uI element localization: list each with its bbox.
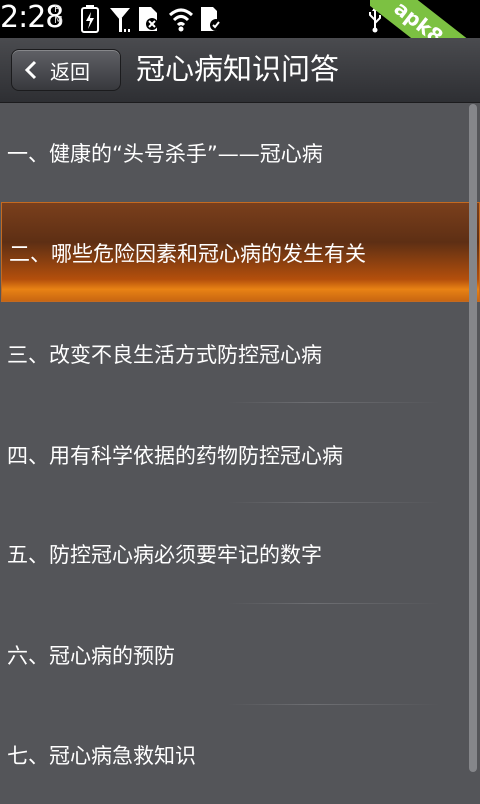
scrollbar[interactable] <box>469 104 477 772</box>
list-item-label: 七、冠心病急救知识 <box>7 744 196 768</box>
list-item-5[interactable]: 五、防控冠心病必须要牢记的数字 <box>0 502 464 602</box>
sd-card-icon <box>201 7 222 31</box>
list-item-6[interactable]: 六、冠心病的预防 <box>0 603 464 703</box>
back-button-label: 返回 <box>50 59 90 84</box>
header-bar: 返回 冠心病知识问答 <box>0 38 480 103</box>
list-item-label: 四、用有科学依据的药物防控冠心病 <box>7 444 343 468</box>
list-item-4[interactable]: 四、用有科学依据的药物防控冠心病 <box>0 402 464 502</box>
status-ampm: PM <box>54 4 63 26</box>
list-item-3[interactable]: 三、改变不良生活方式防控冠心病 <box>0 302 464 402</box>
signal-icon <box>110 8 130 32</box>
battery-charging-icon <box>81 5 99 33</box>
list-item-1[interactable]: 一、健康的“头号杀手”——冠心病 <box>0 102 464 202</box>
list-item-label: 六、冠心病的预防 <box>7 644 175 668</box>
list-item-label: 五、防控冠心病必须要牢记的数字 <box>7 543 322 567</box>
list-item-label: 一、健康的“头号杀手”——冠心病 <box>7 142 323 166</box>
back-button[interactable]: 返回 <box>11 49 121 91</box>
page-title: 冠心病知识问答 <box>136 52 340 86</box>
list-item-2[interactable]: 二、哪些危险因素和冠心病的发生有关 <box>1 202 480 302</box>
list-item-7[interactable]: 七、冠心病急救知识 <box>0 704 464 804</box>
chevron-left-icon <box>24 60 37 80</box>
topic-list: 一、健康的“头号杀手”——冠心病 二、哪些危险因素和冠心病的发生有关 三、改变不… <box>0 102 480 800</box>
list-item-label: 二、哪些危险因素和冠心病的发生有关 <box>9 242 366 266</box>
sim-error-icon <box>139 7 158 31</box>
wifi-icon <box>168 8 194 32</box>
list-item-label: 三、改变不良生活方式防控冠心病 <box>7 343 322 367</box>
